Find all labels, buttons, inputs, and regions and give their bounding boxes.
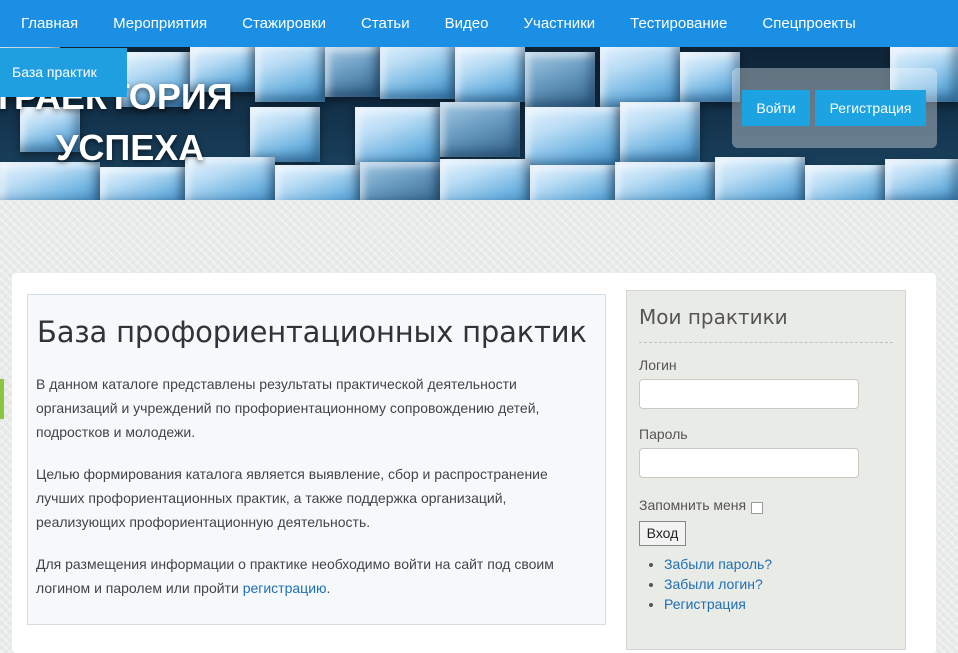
banner-cube (615, 162, 715, 200)
base-practices-tab[interactable]: База практик (0, 48, 127, 97)
banner-cube (600, 47, 680, 107)
sidebar-links: Забыли пароль? Забыли логин? Регистрация (639, 554, 772, 614)
login-button[interactable]: Войти (742, 90, 810, 126)
nav-item-internships[interactable]: Стажировки (225, 0, 344, 47)
nav-item-video[interactable]: Видео (427, 0, 506, 47)
forgot-password-link[interactable]: Забыли пароль? (664, 554, 772, 574)
submit-login-button[interactable]: Вход (639, 521, 686, 546)
banner-cube (250, 107, 320, 162)
password-label: Пароль (639, 426, 688, 442)
nav-item-testing[interactable]: Тестирование (613, 0, 745, 47)
banner-cube (620, 102, 700, 162)
intro-paragraph: В данном каталоге представлены результат… (36, 376, 540, 440)
banner-cube (355, 107, 440, 167)
banner-cube (380, 47, 455, 99)
banner-cube (885, 159, 958, 200)
banner-cube (805, 165, 885, 200)
password-input[interactable] (639, 448, 859, 478)
nav-item-special-projects[interactable]: Спецпроекты (745, 0, 873, 47)
banner-cube (440, 159, 530, 200)
sidebar-register-link[interactable]: Регистрация (664, 594, 772, 614)
banner-cube (530, 165, 615, 200)
sidebar-title: Мои практики (639, 305, 788, 329)
banner-cube (525, 52, 595, 107)
side-tab-marker[interactable] (0, 379, 4, 419)
top-nav: Главная Мероприятия Стажировки Статьи Ви… (0, 0, 958, 47)
login-input[interactable] (639, 379, 859, 409)
remember-checkbox[interactable] (751, 502, 763, 514)
banner-cube (360, 162, 440, 200)
page-title: База профориентационных практик (37, 315, 587, 349)
banner-cube (255, 47, 325, 102)
instructions-end: . (326, 580, 331, 596)
register-button[interactable]: Регистрация (815, 90, 926, 126)
nav-item-home[interactable]: Главная (0, 0, 96, 47)
goal-paragraph: Целью формирования каталога является выя… (36, 466, 548, 530)
logo-line2: УСПЕХА (56, 127, 205, 168)
banner-cube (455, 47, 525, 102)
nav-item-articles[interactable]: Статьи (344, 0, 428, 47)
registration-link[interactable]: регистрацию (243, 580, 327, 596)
banner-cube (715, 157, 805, 200)
banner-cube (275, 165, 360, 200)
banner-cube (525, 107, 620, 167)
login-label: Логин (639, 357, 677, 373)
content-box: База профориентационных практик В данном… (27, 294, 606, 625)
nav-item-events[interactable]: Мероприятия (96, 0, 225, 47)
forgot-login-link[interactable]: Забыли логин? (664, 574, 772, 594)
sidebar-divider (639, 342, 893, 343)
banner-cube (100, 167, 185, 200)
remember-label: Запомнить меня (639, 497, 747, 513)
banner-cube (440, 102, 520, 157)
nav-item-participants[interactable]: Участники (506, 0, 613, 47)
banner-cube (680, 52, 740, 102)
my-practices-sidebar: Мои практики Логин Пароль Запомнить меня… (626, 290, 906, 650)
banner-cube (325, 47, 380, 97)
instructions-paragraph: Для размещения информации о практике нео… (36, 552, 576, 600)
